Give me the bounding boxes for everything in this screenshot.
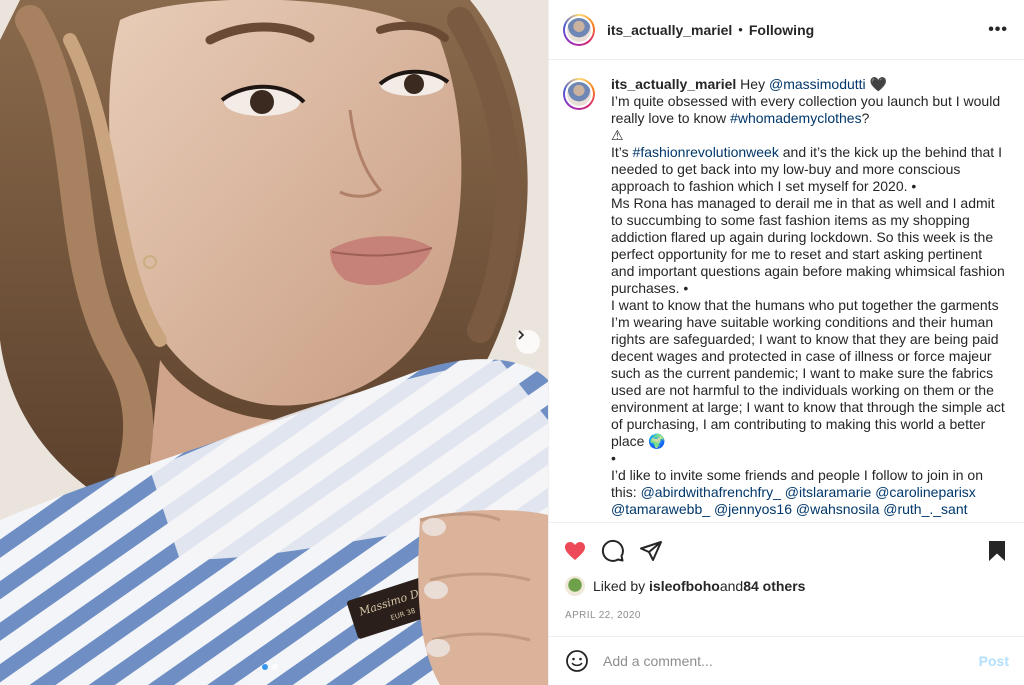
post-photo[interactable]: Massimo Dutti EUR 38 <box>0 0 548 685</box>
liker-avatar[interactable] <box>565 576 585 596</box>
comment-icon[interactable] <box>601 539 625 563</box>
likes-middle: and <box>719 578 744 594</box>
hashtag-link[interactable]: #fashionrevolutionweek <box>633 144 779 160</box>
comment-input[interactable] <box>603 653 979 669</box>
caption-author-avatar[interactable] <box>563 78 595 110</box>
carousel-next-button[interactable] <box>516 330 540 354</box>
caption-paragraph: Ms Rona has managed to derail me in that… <box>611 195 1005 296</box>
share-icon[interactable] <box>639 539 663 563</box>
mention-link[interactable]: @ruth_._sant <box>883 501 967 517</box>
mention-link[interactable]: @carolineparisx <box>875 484 976 500</box>
carousel-indicator <box>262 664 278 670</box>
liker-username[interactable]: isleofboho <box>649 578 720 594</box>
post-actions-bar <box>549 522 1024 578</box>
caption-text-segment: ? <box>861 110 870 126</box>
post-side-panel: its_actually_mariel • Following ••• its_… <box>548 0 1024 685</box>
more-options-icon[interactable]: ••• <box>988 21 1008 39</box>
mention-link[interactable]: @tamarawebb_ <box>611 501 710 517</box>
caption-text-segment: It’s <box>611 144 633 160</box>
post-date: APRIL 22, 2020 <box>565 610 641 621</box>
caption-username[interactable]: its_actually_mariel <box>611 76 736 92</box>
caption-bullet: • <box>611 450 616 466</box>
caption-text-segment: Hey <box>736 76 769 92</box>
heart-filled-icon[interactable] <box>563 539 587 563</box>
mention-link[interactable]: @massimodutti <box>769 76 866 92</box>
author-username[interactable]: its_actually_mariel <box>607 22 732 38</box>
carousel-dot <box>272 664 278 670</box>
likes-others-link[interactable]: 84 others <box>743 578 805 594</box>
mention-link[interactable]: @abirdwithafrenchfry_ <box>641 484 781 500</box>
post-comment-button[interactable]: Post <box>979 653 1009 669</box>
chevron-right-icon <box>518 330 525 340</box>
likes-summary: Liked by isleofboho and 84 others <box>565 576 805 596</box>
caption-text-segment: 🖤 <box>865 76 887 92</box>
following-button[interactable]: Following <box>749 22 814 38</box>
post-header: its_actually_mariel • Following ••• <box>549 0 1024 60</box>
likes-prefix: Liked by <box>593 578 646 594</box>
mention-link[interactable]: @jennyos16 <box>714 501 792 517</box>
caption-text: its_actually_mariel Hey @massimodutti 🖤 … <box>611 76 1008 522</box>
carousel-dot-active <box>262 664 268 670</box>
caption-container: its_actually_mariel Hey @massimodutti 🖤 … <box>549 60 1024 522</box>
caption-paragraph: I want to know that the humans who put t… <box>611 297 1005 449</box>
mention-link[interactable]: @itslaramarie <box>785 484 872 500</box>
warning-emoji: ⚠ <box>611 127 624 143</box>
emoji-icon[interactable] <box>565 649 589 673</box>
mention-link[interactable]: @wahsnosila <box>796 501 879 517</box>
header-separator: • <box>738 22 743 37</box>
comment-form: Post <box>549 636 1024 685</box>
author-avatar[interactable] <box>563 13 595 46</box>
hashtag-link[interactable]: #whomademyclothes <box>730 110 862 126</box>
bookmark-filled-icon[interactable] <box>985 539 1009 563</box>
photo-illustration: Massimo Dutti EUR 38 <box>0 0 548 685</box>
